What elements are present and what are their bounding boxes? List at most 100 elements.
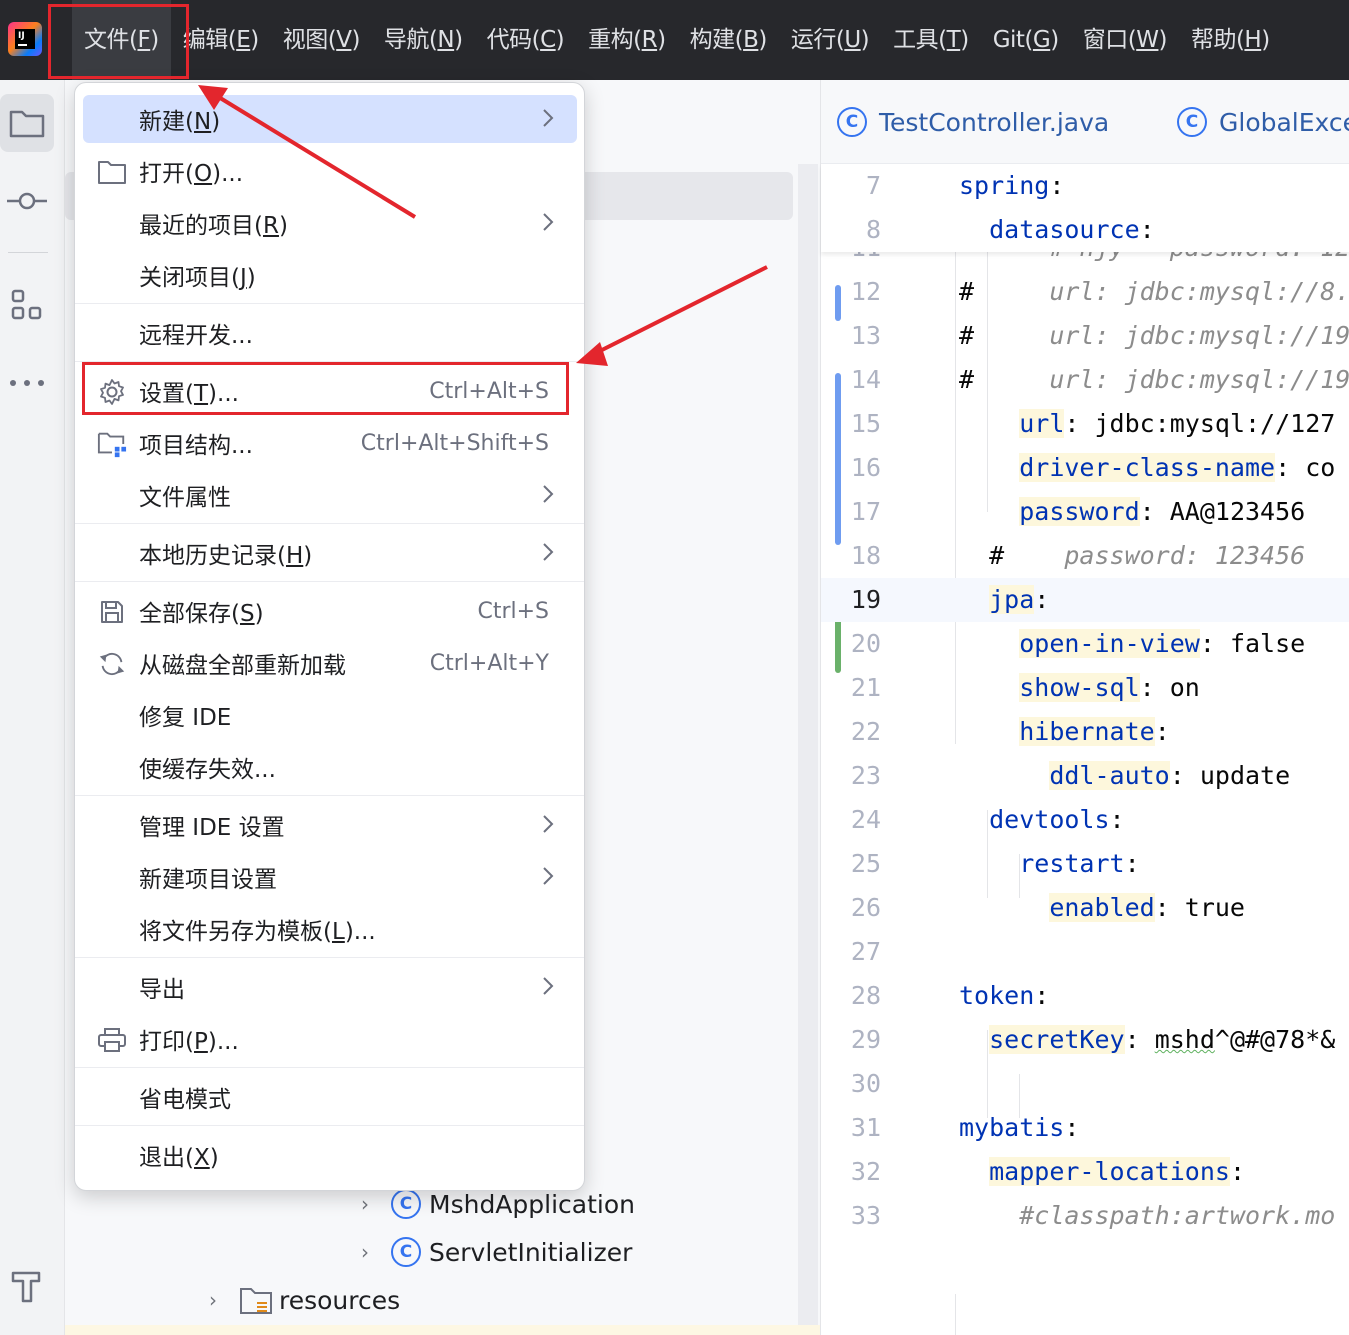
code-line[interactable]: 17 password: AA@123456: [821, 490, 1349, 534]
code-text[interactable]: ddl-auto: update: [959, 754, 1290, 798]
line-number[interactable]: 30: [821, 1062, 881, 1106]
code-text[interactable]: restart:: [959, 842, 1139, 886]
line-number[interactable]: 8: [821, 208, 881, 252]
code-text[interactable]: hibernate:: [959, 710, 1170, 754]
line-number[interactable]: 12: [821, 270, 881, 314]
line-number[interactable]: 33: [821, 1194, 881, 1238]
menu-v[interactable]: 视图(V): [271, 0, 372, 80]
line-number[interactable]: 28: [821, 974, 881, 1018]
commit-tool-button[interactable]: [0, 172, 54, 230]
line-number[interactable]: 7: [821, 164, 881, 208]
code-text[interactable]: # url: jdbc:mysql://19: [959, 358, 1349, 402]
menu-n[interactable]: 导航(N): [372, 0, 475, 80]
code-line[interactable]: 7 spring:: [821, 164, 1349, 208]
file-menu-item-7[interactable]: 文件属性: [83, 471, 577, 519]
code-text[interactable]: driver-class-name: co: [959, 446, 1335, 490]
line-number[interactable]: 20: [821, 622, 881, 666]
code-line[interactable]: 13 # url: jdbc:mysql://19: [821, 314, 1349, 358]
structure-tool-button[interactable]: [0, 276, 54, 334]
code-text[interactable]: secretKey: mshd^@#@78*&: [959, 1018, 1335, 1062]
project-tool-button[interactable]: [0, 94, 54, 152]
code-text[interactable]: datasource:: [959, 208, 1155, 252]
code-line[interactable]: 21 show-sql: on: [821, 666, 1349, 710]
code-line[interactable]: 24 devtools:: [821, 798, 1349, 842]
file-menu-item-13[interactable]: 管理 IDE 设置: [83, 801, 577, 849]
code-text[interactable]: mapper-locations:: [959, 1150, 1245, 1194]
line-number[interactable]: 32: [821, 1150, 881, 1194]
line-number[interactable]: 16: [821, 446, 881, 490]
code-text[interactable]: devtools:: [959, 798, 1124, 842]
line-number[interactable]: 26: [821, 886, 881, 930]
line-number[interactable]: 19: [821, 578, 881, 622]
code-line[interactable]: 27: [821, 930, 1349, 974]
file-menu-item-10[interactable]: 从磁盘全部重新加载 Ctrl+Alt+Y: [83, 639, 577, 687]
chevron-right-icon[interactable]: ›: [209, 1288, 239, 1312]
tab-test-controller[interactable]: C TestController.java: [837, 80, 1109, 164]
line-number[interactable]: 27: [821, 930, 881, 974]
file-menu-item-1[interactable]: 打开(O)...: [83, 147, 577, 195]
line-number[interactable]: 22: [821, 710, 881, 754]
file-menu-item-11[interactable]: 修复 IDE: [83, 691, 577, 739]
sticky-scroll-header[interactable]: 7 spring: 8 datasource:: [821, 164, 1349, 252]
line-number[interactable]: 29: [821, 1018, 881, 1062]
tree-row-resources[interactable]: › resources: [209, 1278, 400, 1322]
code-line[interactable]: 30: [821, 1062, 1349, 1106]
file-menu-item-15[interactable]: 将文件另存为模板(L)...: [83, 905, 577, 953]
code-text[interactable]: token:: [959, 974, 1049, 1018]
intellij-logo-icon[interactable]: IJ: [8, 22, 42, 56]
code-line[interactable]: 18 # password: 123456: [821, 534, 1349, 578]
file-menu-item-17[interactable]: 打印(P)...: [83, 1015, 577, 1063]
line-number[interactable]: 18: [821, 534, 881, 578]
code-text[interactable]: # url: jdbc:mysql://19: [959, 314, 1349, 358]
code-line[interactable]: 15 url: jdbc:mysql://127: [821, 402, 1349, 446]
tab-global-exception[interactable]: C GlobalExcep: [1177, 80, 1349, 164]
menu-h[interactable]: 帮助(H): [1179, 0, 1282, 80]
file-menu-item-6[interactable]: 项目结构... Ctrl+Alt+Shift+S: [83, 419, 577, 467]
code-text[interactable]: # password: 123456: [959, 534, 1305, 578]
code-line[interactable]: 14 # url: jdbc:mysql://19: [821, 358, 1349, 402]
file-menu-item-16[interactable]: 导出: [83, 963, 577, 1011]
menu-r[interactable]: 重构(R): [576, 0, 677, 80]
file-menu-item-9[interactable]: 全部保存(S) Ctrl+S: [83, 587, 577, 635]
code-line[interactable]: 26 enabled: true: [821, 886, 1349, 930]
code-line[interactable]: 23 ddl-auto: update: [821, 754, 1349, 798]
code-line[interactable]: 8 datasource:: [821, 208, 1349, 252]
line-number[interactable]: 17: [821, 490, 881, 534]
line-number[interactable]: 13: [821, 314, 881, 358]
file-menu-item-0[interactable]: 新建(N): [83, 95, 577, 143]
menu-u[interactable]: 运行(U): [779, 0, 881, 80]
code-text[interactable]: enabled: true: [959, 886, 1245, 930]
menu-w[interactable]: 窗口(W): [1071, 0, 1179, 80]
code-line[interactable]: 25 restart:: [821, 842, 1349, 886]
file-menu-item-19[interactable]: 退出(X): [83, 1131, 577, 1179]
file-menu-item-3[interactable]: 关闭项目(J): [83, 251, 577, 299]
file-menu-item-14[interactable]: 新建项目设置: [83, 853, 577, 901]
code-text[interactable]: spring:: [959, 164, 1064, 208]
menu-t[interactable]: 工具(T): [881, 0, 981, 80]
code-area[interactable]: 9 username: root10# password: 99233ze992…: [821, 164, 1349, 1335]
code-line[interactable]: 19 jpa:: [821, 578, 1349, 622]
line-number[interactable]: 31: [821, 1106, 881, 1150]
code-text[interactable]: jpa:: [959, 578, 1049, 622]
line-number[interactable]: 25: [821, 842, 881, 886]
more-tools-button[interactable]: [0, 354, 54, 412]
file-menu-item-2[interactable]: 最近的项目(R): [83, 199, 577, 247]
line-number[interactable]: 15: [821, 402, 881, 446]
code-line[interactable]: 20 open-in-view: false: [821, 622, 1349, 666]
file-menu-item-12[interactable]: 使缓存失效...: [83, 743, 577, 791]
code-line[interactable]: 28 token:: [821, 974, 1349, 1018]
project-scrollbar[interactable]: [798, 164, 818, 1335]
file-menu-item-8[interactable]: 本地历史记录(H): [83, 529, 577, 577]
code-text[interactable]: mybatis:: [959, 1106, 1079, 1150]
line-number[interactable]: 14: [821, 358, 881, 402]
code-text[interactable]: password: AA@123456: [959, 490, 1305, 534]
code-line[interactable]: 31 mybatis:: [821, 1106, 1349, 1150]
code-text[interactable]: # url: jdbc:mysql://8.: [959, 270, 1349, 314]
line-number[interactable]: 23: [821, 754, 881, 798]
line-number[interactable]: 24: [821, 798, 881, 842]
code-line[interactable]: 29 secretKey: mshd^@#@78*&: [821, 1018, 1349, 1062]
code-text[interactable]: show-sql: on: [959, 666, 1200, 710]
code-line[interactable]: 12 # url: jdbc:mysql://8.: [821, 270, 1349, 314]
menu-b[interactable]: 构建(B): [678, 0, 779, 80]
code-line[interactable]: 32 mapper-locations:: [821, 1150, 1349, 1194]
